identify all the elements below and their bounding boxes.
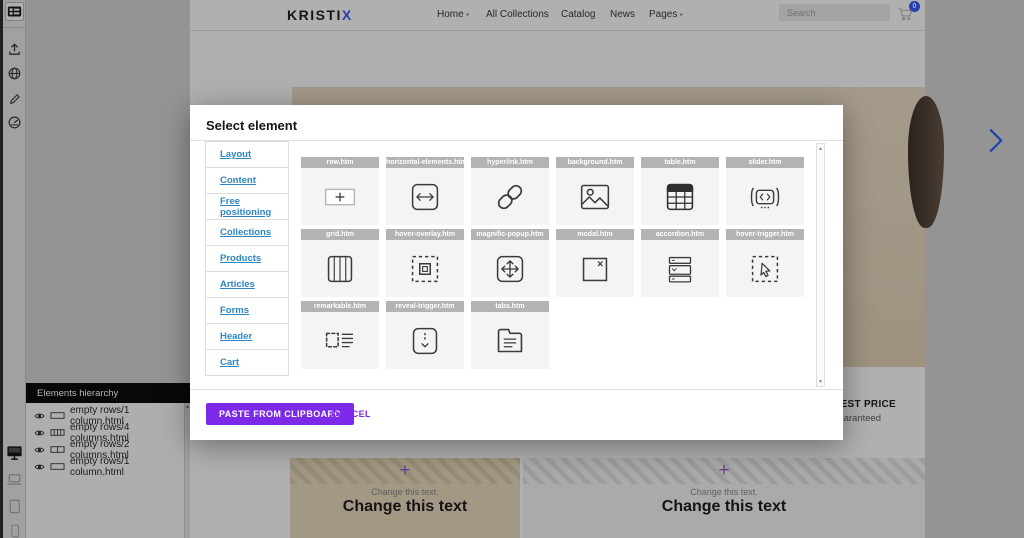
tile-hover-trigger-htm[interactable]: hover-trigger.htm [726,229,804,297]
category-forms[interactable]: Forms [205,297,289,324]
tile-slider-htm[interactable]: slider.htm [726,157,804,225]
scroll-down-icon[interactable]: ▾ [817,378,824,385]
accordion-icon [641,240,719,297]
move-arrows-icon [471,240,549,297]
tabs-folder-icon [471,312,549,369]
hyperlink-icon [471,168,549,225]
modal-window-icon [556,240,634,297]
category-collections[interactable]: Collections [205,219,289,246]
slider-icon [726,168,804,225]
modal-title: Select element [206,118,297,133]
cursor-trigger-icon [726,240,804,297]
category-articles[interactable]: Articles [205,271,289,298]
scroll-up-icon[interactable]: ▴ [817,145,824,152]
modal-content: Layout Content Free positioning Collecti… [190,140,843,390]
tile-table-htm[interactable]: table.htm [641,157,719,225]
select-element-modal: Select element Layout Content Free posit… [190,105,843,440]
tile-magnific-popup-htm[interactable]: magnific-popup.htm [471,229,549,297]
row-element-icon [301,168,379,225]
category-header[interactable]: Header [205,323,289,350]
tile-tabs-htm[interactable]: tabs.htm [471,301,549,369]
category-products[interactable]: Products [205,245,289,272]
tile-hover-overlay-htm[interactable]: hover-overlay.htm [386,229,464,297]
hover-overlay-icon [386,240,464,297]
category-cart[interactable]: Cart [205,349,289,376]
category-free-positioning[interactable]: Free positioning [205,193,289,220]
tile-accordion-htm[interactable]: accordion.htm [641,229,719,297]
tiles-scrollbar[interactable]: ▴ ▾ [816,143,825,387]
tile-horizontal-elements-htm[interactable]: horizontal-elements.htm [386,157,464,225]
cancel-button[interactable]: CANCEL [331,409,371,419]
background-image-icon [556,168,634,225]
reveal-down-icon [386,312,464,369]
category-content[interactable]: Content [205,167,289,194]
tile-reveal-trigger-htm[interactable]: reveal-trigger.htm [386,301,464,369]
tile-grid-htm[interactable]: grid.htm [301,229,379,297]
category-layout[interactable]: Layout [205,141,289,168]
tile-background-htm[interactable]: background.htm [556,157,634,225]
tile-hyperlink-htm[interactable]: hyperlink.htm [471,157,549,225]
horizontal-elements-icon [386,168,464,225]
table-icon [641,168,719,225]
tile-modal-htm[interactable]: modal.htm [556,229,634,297]
tile-remarkable-htm[interactable]: remarkable.htm [301,301,379,369]
tile-row-htm[interactable]: row.htm [301,157,379,225]
element-tiles-grid: row.htm horizontal-elements.htm hyperlin… [301,157,806,369]
list-with-box-icon [301,312,379,369]
category-list: Layout Content Free positioning Collecti… [205,142,289,376]
grid-columns-icon [301,240,379,297]
